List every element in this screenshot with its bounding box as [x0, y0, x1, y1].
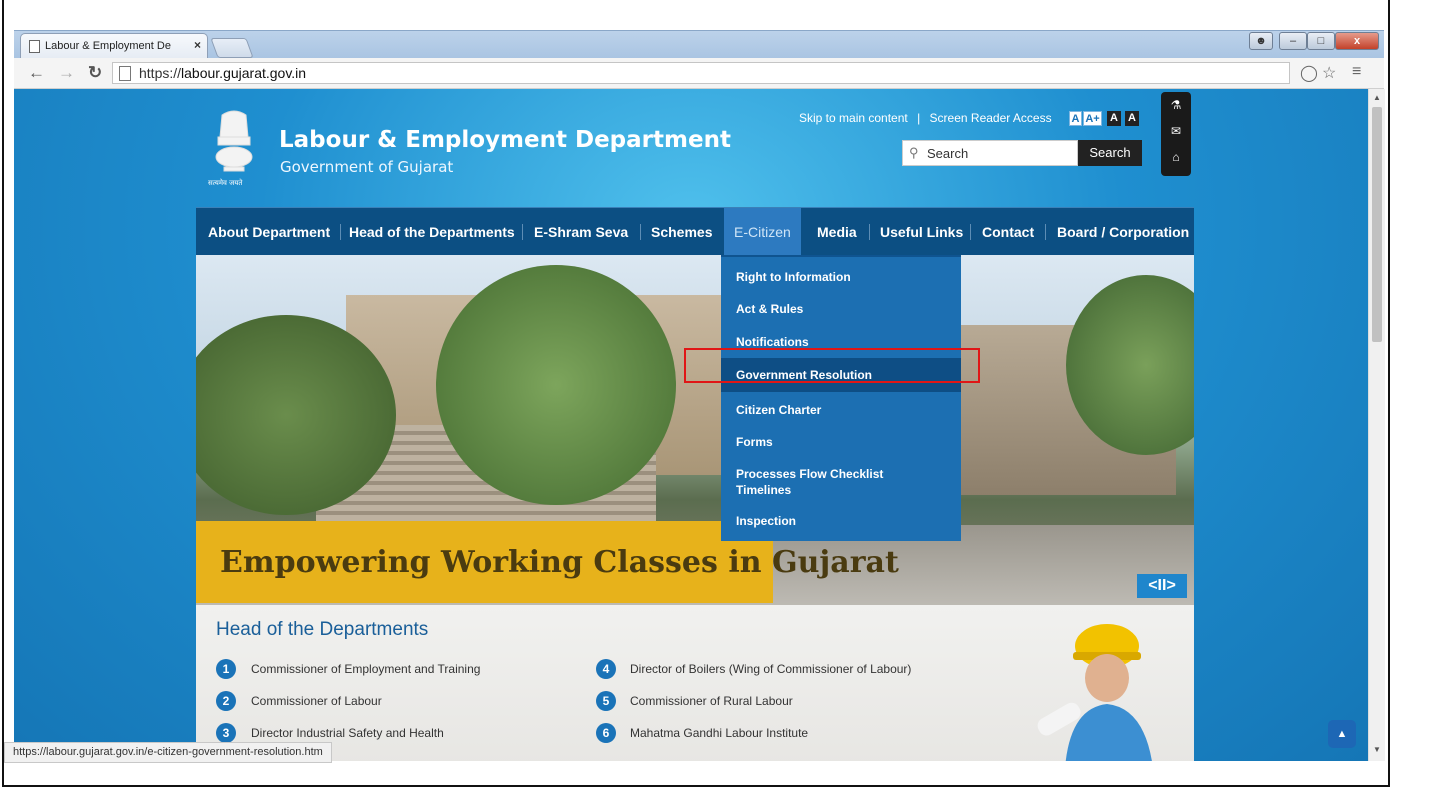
- web-page: सत्यमेव जयते Labour & Employment Departm…: [14, 89, 1368, 761]
- dept-number: 3: [216, 723, 236, 743]
- link-separator: |: [917, 111, 921, 125]
- svg-text:सत्यमेव जयते: सत्यमेव जयते: [208, 178, 243, 187]
- search-button[interactable]: Search: [1078, 140, 1142, 166]
- mail-icon[interactable]: ✉: [1161, 118, 1191, 144]
- dropdown-right-to-information[interactable]: Right to Information: [721, 263, 961, 291]
- worker-illustration: [1037, 624, 1152, 761]
- url-text: https://labour.gujarat.gov.in: [139, 65, 307, 81]
- nav-useful-links[interactable]: Useful Links: [880, 208, 963, 256]
- dropdown-processes-flow[interactable]: Processes Flow Checklist Timelines: [721, 461, 961, 503]
- main-navigation: About Department Head of the Departments…: [196, 207, 1194, 256]
- state-emblem-icon: सत्यमेव जयते: [208, 110, 253, 187]
- e-citizen-dropdown: Right to Information Act & Rules Notific…: [721, 255, 961, 541]
- sitemap-icon[interactable]: ⚗: [1161, 92, 1191, 118]
- new-tab-button[interactable]: [210, 38, 254, 58]
- dept-number: 5: [596, 691, 616, 711]
- nav-about-department[interactable]: About Department: [208, 208, 330, 256]
- back-arrow-icon[interactable]: ←: [28, 63, 45, 83]
- dropdown-act-rules[interactable]: Act & Rules: [721, 295, 961, 323]
- search-icon: ⚲: [909, 145, 919, 160]
- user-icon[interactable]: ☻: [1249, 32, 1273, 50]
- search-input[interactable]: ⚲ Search: [902, 140, 1078, 166]
- nav-e-shram-seva[interactable]: E-Shram Seva: [534, 208, 628, 256]
- banner-pause-button[interactable]: <II>: [1137, 574, 1187, 598]
- maximize-icon[interactable]: □: [1307, 32, 1335, 50]
- nav-separator: [340, 224, 341, 240]
- browser-tab[interactable]: Labour & Employment De ×: [20, 33, 208, 58]
- nav-separator: [970, 224, 971, 240]
- tab-title: Labour & Employment De: [45, 40, 171, 52]
- banner-tree: [436, 265, 676, 505]
- dept-link-rural-labour[interactable]: Commissioner of Rural Labour: [630, 694, 793, 708]
- skip-to-content-link[interactable]: Skip to main content: [799, 111, 908, 125]
- dept-link-gandhi-labour-institute[interactable]: Mahatma Gandhi Labour Institute: [630, 726, 808, 740]
- menu-icon[interactable]: ≡: [1352, 63, 1361, 81]
- nav-separator: [1045, 224, 1046, 240]
- dropdown-inspection[interactable]: Inspection: [721, 507, 961, 535]
- nav-media[interactable]: Media: [817, 208, 857, 256]
- contrast-dark[interactable]: A: [1107, 111, 1121, 126]
- dept-number: 1: [216, 659, 236, 679]
- dept-link-commissioner-labour[interactable]: Commissioner of Labour: [251, 694, 382, 708]
- tab-close-icon[interactable]: ×: [194, 38, 201, 52]
- nav-separator: [869, 224, 870, 240]
- forward-arrow-icon[interactable]: →: [58, 63, 75, 83]
- nav-head-of-departments[interactable]: Head of the Departments: [349, 208, 515, 256]
- dept-link-industrial-safety[interactable]: Director Industrial Safety and Health: [251, 726, 444, 740]
- nav-contact[interactable]: Contact: [982, 208, 1034, 256]
- home-icon[interactable]: ⌂: [1161, 144, 1191, 170]
- page-icon: [29, 40, 40, 53]
- dept-number: 6: [596, 723, 616, 743]
- highlight-box: [684, 348, 980, 383]
- government-name: Government of Gujarat: [280, 158, 454, 176]
- hero-banner: Empowering Working Classes in Gujarat <I…: [196, 255, 1194, 605]
- dept-link-director-boilers[interactable]: Director of Boilers (Wing of Commissione…: [630, 662, 911, 676]
- scroll-to-top-icon[interactable]: ▲: [1328, 720, 1356, 748]
- screen-reader-link[interactable]: Screen Reader Access: [930, 111, 1052, 125]
- nav-schemes[interactable]: Schemes: [651, 208, 712, 256]
- close-window-icon[interactable]: x: [1335, 32, 1379, 50]
- bookmark-star-icon[interactable]: ☆: [1322, 63, 1336, 83]
- nav-board-corporation[interactable]: Board / Corporation: [1057, 208, 1189, 256]
- address-bar[interactable]: https://labour.gujarat.gov.in: [112, 62, 1290, 84]
- tagline-text: Empowering Working Classes in Gujarat: [220, 545, 899, 580]
- dropdown-processes-line1: Processes Flow Checklist: [736, 467, 884, 481]
- dept-number: 4: [596, 659, 616, 679]
- scroll-down-icon[interactable]: ▼: [1373, 745, 1381, 754]
- department-name[interactable]: Labour & Employment Department: [279, 127, 731, 153]
- contrast-light[interactable]: A: [1125, 111, 1139, 126]
- scrollbar-thumb[interactable]: [1372, 107, 1382, 342]
- nav-separator: [522, 224, 523, 240]
- dropdown-forms[interactable]: Forms: [721, 428, 961, 456]
- dept-number: 2: [216, 691, 236, 711]
- page-icon: [119, 66, 131, 81]
- nav-e-citizen[interactable]: E-Citizen: [724, 208, 801, 256]
- nav-separator: [640, 224, 641, 240]
- font-size-large[interactable]: A+: [1083, 111, 1102, 126]
- reload-icon[interactable]: ↻: [88, 63, 102, 83]
- top-links: Skip to main content | Screen Reader Acc…: [796, 111, 1055, 125]
- dropdown-citizen-charter[interactable]: Citizen Charter: [721, 396, 961, 424]
- side-tools: ⚗ ✉ ⌂: [1161, 92, 1191, 176]
- search-placeholder: Search: [927, 146, 969, 161]
- banner-tagline: Empowering Working Classes in Gujarat: [196, 521, 899, 603]
- minimize-icon[interactable]: –: [1279, 32, 1307, 50]
- dept-link-employment-training[interactable]: Commissioner of Employment and Training: [251, 662, 480, 676]
- dropdown-processes-line2: Timelines: [736, 483, 792, 497]
- scroll-up-icon[interactable]: ▲: [1373, 93, 1381, 102]
- page-scrollbar[interactable]: ▲ ▼: [1368, 89, 1385, 761]
- status-bar-url: https://labour.gujarat.gov.in/e-citizen-…: [4, 742, 332, 763]
- departments-title: Head of the Departments: [216, 619, 429, 640]
- shield-icon[interactable]: ◯: [1300, 63, 1318, 83]
- font-size-small[interactable]: A: [1069, 111, 1082, 126]
